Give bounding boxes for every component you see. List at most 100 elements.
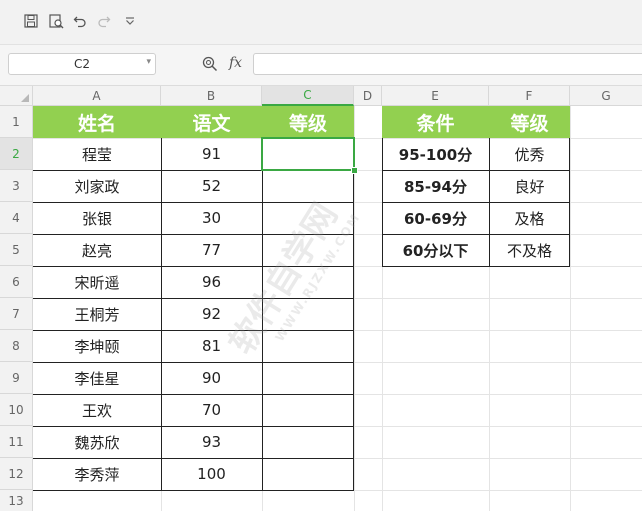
header-cell-grade[interactable]: 等级: [262, 106, 354, 138]
row-header-8[interactable]: 8: [0, 330, 33, 362]
cell-grade[interactable]: [262, 234, 354, 266]
cell-condition[interactable]: 60-69分: [382, 202, 489, 234]
table-border: [33, 490, 354, 491]
table-border: [33, 298, 354, 299]
cell-name[interactable]: 程莹: [33, 138, 161, 170]
table-border: [569, 138, 570, 266]
cell-name[interactable]: 刘家政: [33, 170, 161, 202]
cell-name[interactable]: 张银: [33, 202, 161, 234]
table-border: [489, 138, 490, 266]
cell-grade[interactable]: [262, 458, 354, 490]
row-header-11[interactable]: 11: [0, 426, 33, 458]
table-border: [161, 138, 162, 490]
cell-score[interactable]: 70: [161, 394, 262, 426]
cell-grade[interactable]: [262, 202, 354, 234]
cell-level[interactable]: 不及格: [489, 234, 570, 266]
cell-grade[interactable]: [262, 298, 354, 330]
table-border: [382, 266, 570, 267]
cell-grade[interactable]: [262, 426, 354, 458]
cell-grade[interactable]: [262, 362, 354, 394]
redo-icon[interactable]: [95, 12, 113, 30]
table-border: [33, 234, 354, 235]
spreadsheet-grid: A B C D E F G 1 2 3 4 5 6 7 8 9 10 11 12…: [0, 86, 642, 511]
header-cell-chinese[interactable]: 语文: [161, 106, 262, 138]
table-border: [33, 458, 354, 459]
cell-score[interactable]: 52: [161, 170, 262, 202]
cell-condition[interactable]: 60分以下: [382, 234, 489, 266]
row-header-7[interactable]: 7: [0, 298, 33, 330]
cell-grade[interactable]: [262, 138, 354, 170]
row-header-6[interactable]: 6: [0, 266, 33, 298]
column-header-d[interactable]: D: [354, 86, 382, 106]
cell-name[interactable]: 宋昕遥: [33, 266, 161, 298]
cell-name[interactable]: 李佳星: [33, 362, 161, 394]
cell-name[interactable]: 王桐芳: [33, 298, 161, 330]
table-border: [33, 394, 354, 395]
print-preview-icon[interactable]: [47, 12, 65, 30]
column-header-f[interactable]: F: [489, 86, 570, 106]
header-cell-name[interactable]: 姓名: [33, 106, 161, 138]
name-box[interactable]: C2 ▾: [8, 53, 156, 75]
undo-icon[interactable]: [71, 12, 89, 30]
cell-name[interactable]: 李坤颐: [33, 330, 161, 362]
column-header-g[interactable]: G: [570, 86, 642, 106]
cell-grade[interactable]: [262, 330, 354, 362]
cell-score[interactable]: 81: [161, 330, 262, 362]
gridline: [570, 106, 571, 511]
row-header-3[interactable]: 3: [0, 170, 33, 202]
cell-name[interactable]: 王欢: [33, 394, 161, 426]
header-cell-condition[interactable]: 条件: [382, 106, 489, 138]
table-border: [382, 138, 383, 266]
table-border: [382, 170, 570, 171]
row-header-9[interactable]: 9: [0, 362, 33, 394]
cell-level[interactable]: 及格: [489, 202, 570, 234]
cell-name[interactable]: 李秀萍: [33, 458, 161, 490]
save-icon[interactable]: [22, 12, 40, 30]
header-cell-level[interactable]: 等级: [489, 106, 570, 138]
customize-dropdown-icon[interactable]: [121, 12, 139, 30]
cell-level[interactable]: 优秀: [489, 138, 570, 170]
cell-level[interactable]: 良好: [489, 170, 570, 202]
cell-grade[interactable]: [262, 266, 354, 298]
cell-grade[interactable]: [262, 394, 354, 426]
row-header-4[interactable]: 4: [0, 202, 33, 234]
name-box-value: C2: [73, 57, 90, 71]
column-header-a[interactable]: A: [33, 86, 161, 106]
row-header-12[interactable]: 12: [0, 458, 33, 490]
cell-condition[interactable]: 85-94分: [382, 170, 489, 202]
cell-grade[interactable]: [262, 170, 354, 202]
zoom-search-icon[interactable]: [202, 56, 218, 76]
cell-name[interactable]: 魏苏欣: [33, 426, 161, 458]
table-border: [33, 170, 354, 171]
cell-score[interactable]: 30: [161, 202, 262, 234]
row-header-1[interactable]: 1: [0, 106, 33, 138]
table-border: [262, 138, 263, 490]
cell-score[interactable]: 92: [161, 298, 262, 330]
table-border: [33, 266, 354, 267]
row-header-5[interactable]: 5: [0, 234, 33, 266]
cell-condition[interactable]: 95-100分: [382, 138, 489, 170]
table-border: [353, 138, 354, 490]
column-header-b[interactable]: B: [161, 86, 262, 106]
fill-handle[interactable]: [351, 167, 358, 174]
row-header-10[interactable]: 10: [0, 394, 33, 426]
chevron-down-icon[interactable]: ▾: [146, 57, 151, 67]
cell-score[interactable]: 96: [161, 266, 262, 298]
column-header-c[interactable]: C: [262, 86, 354, 106]
row-header-2[interactable]: 2: [0, 138, 33, 170]
formula-bar: C2 ▾ fx: [0, 45, 642, 86]
cell-name[interactable]: 赵亮: [33, 234, 161, 266]
cell-score[interactable]: 91: [161, 138, 262, 170]
cell-score[interactable]: 93: [161, 426, 262, 458]
insert-function-button[interactable]: fx: [229, 55, 242, 71]
table-border: [382, 234, 570, 235]
formula-input[interactable]: [253, 53, 642, 75]
quick-access-toolbar: [0, 0, 642, 45]
cell-score[interactable]: 77: [161, 234, 262, 266]
row-header-13[interactable]: 13: [0, 490, 33, 511]
cell-score[interactable]: 100: [161, 458, 262, 490]
column-header-e[interactable]: E: [382, 86, 489, 106]
select-all-corner[interactable]: [0, 86, 33, 106]
table-border: [33, 426, 354, 427]
cell-score[interactable]: 90: [161, 362, 262, 394]
